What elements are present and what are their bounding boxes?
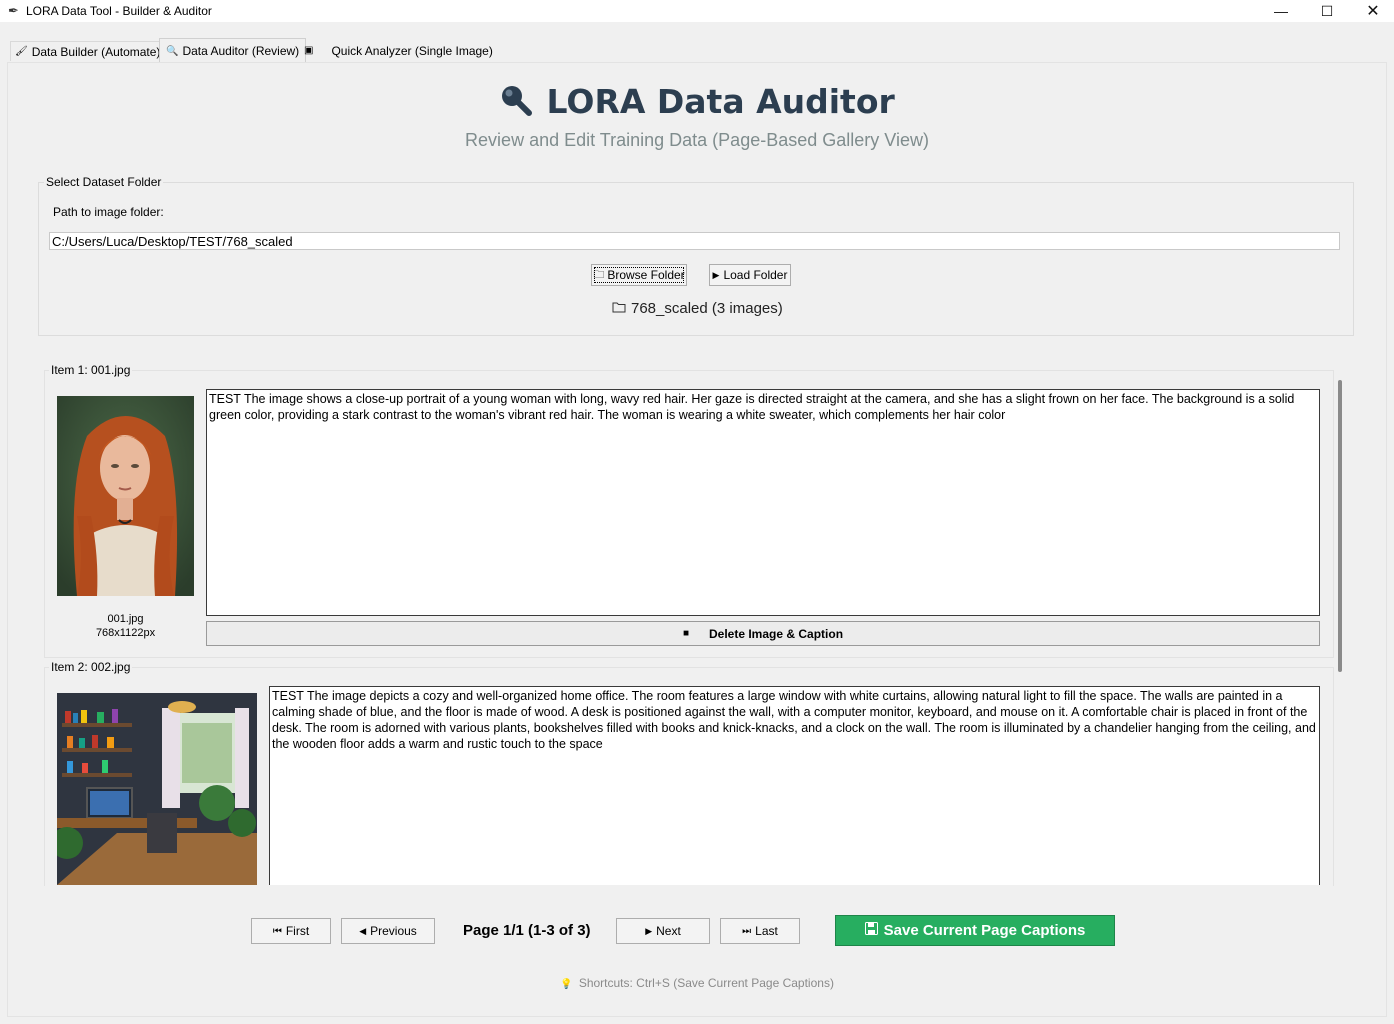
browse-folder-label: Browse Folder xyxy=(607,268,685,282)
item-filename: 001.jpg xyxy=(107,613,144,625)
picture-icon: ▣ xyxy=(304,45,314,56)
tab-data-auditor[interactable]: 🔍 Data Auditor (Review) xyxy=(159,38,306,63)
item-legend: Item 1: 001.jpg xyxy=(49,363,133,377)
first-page-button[interactable]: ⏮ First xyxy=(251,918,331,944)
skip-first-icon: ⏮ xyxy=(272,925,282,937)
folder-icon: 🗀 xyxy=(593,268,605,281)
tab-strip: 🖌 Data Builder (Automate) 🔍 Data Auditor… xyxy=(0,38,1394,63)
item-thumbnail xyxy=(57,396,194,596)
page-header: LORA Data Auditor xyxy=(0,82,1394,121)
caption-textbox[interactable]: TEST The image depicts a cozy and well-o… xyxy=(269,686,1320,885)
item-thumbnail xyxy=(57,693,257,885)
first-label: First xyxy=(285,924,310,938)
window-title: LORA Data Tool - Builder & Auditor xyxy=(26,4,212,18)
folder-icon xyxy=(612,300,626,317)
trash-icon: ■ xyxy=(682,628,689,639)
page-indicator: Page 1/1 (1-3 of 3) xyxy=(463,922,591,939)
tab-data-builder[interactable]: 🖌 Data Builder (Automate) xyxy=(10,41,164,61)
wand-icon: 🖌 xyxy=(15,46,28,57)
save-label: Save Current Page Captions xyxy=(883,922,1086,939)
minimize-button[interactable]: — xyxy=(1258,0,1304,22)
tab-label: Quick Analyzer (Single Image) xyxy=(331,43,493,58)
tab-label: Data Auditor (Review) xyxy=(182,44,300,58)
tab-quick-analyzer[interactable]: ▣ Quick Analyzer (Single Image) xyxy=(300,41,499,60)
maximize-button[interactable]: ☐ xyxy=(1304,0,1350,22)
previous-label: Previous xyxy=(370,924,417,938)
skip-last-icon: ⏭ xyxy=(742,925,752,937)
title-bar: ✒ LORA Data Tool - Builder & Auditor — ☐… xyxy=(0,0,1394,22)
delete-image-caption-button[interactable]: ■ Delete Image & Caption xyxy=(206,621,1320,646)
item-image-info: 001.jpg 768x1122px xyxy=(57,612,194,640)
play-icon: ▶ xyxy=(712,269,720,280)
delete-label: Delete Image & Caption xyxy=(709,626,844,641)
last-page-button[interactable]: ⏭ Last xyxy=(720,918,800,944)
next-label: Next xyxy=(656,924,681,938)
gallery-scrollbar[interactable] xyxy=(1338,380,1342,672)
tab-label: Data Builder (Automate) xyxy=(31,44,161,59)
next-page-button[interactable]: ▶ Next xyxy=(616,918,710,944)
load-folder-button[interactable]: ▶ Load Folder xyxy=(709,264,791,286)
last-label: Last xyxy=(755,924,778,938)
save-captions-button[interactable]: Save Current Page Captions xyxy=(835,915,1115,946)
shortcuts-text: Shortcuts: Ctrl+S (Save Current Page Cap… xyxy=(578,976,834,990)
path-label: Path to image folder: xyxy=(53,205,164,219)
folder-status-text: 768_scaled (3 images) xyxy=(631,300,783,317)
save-disk-icon xyxy=(864,922,878,939)
load-folder-label: Load Folder xyxy=(723,268,788,282)
browse-folder-button[interactable]: 🗀 Browse Folder xyxy=(591,264,687,286)
previous-page-button[interactable]: ◀ Previous xyxy=(341,918,435,944)
close-button[interactable]: ✕ xyxy=(1350,0,1394,22)
item-legend: Item 2: 002.jpg xyxy=(49,660,133,674)
page-subtitle: Review and Edit Training Data (Page-Base… xyxy=(465,130,929,150)
magnifier-icon xyxy=(499,83,533,120)
shortcuts-hint: 💡 Shortcuts: Ctrl+S (Save Current Page C… xyxy=(0,976,1394,990)
arrow-right-icon: ▶ xyxy=(645,925,653,936)
lightbulb-icon: 💡 xyxy=(560,979,573,990)
caption-textbox[interactable]: TEST The image shows a close-up portrait… xyxy=(206,389,1320,616)
folder-path-input[interactable] xyxy=(49,232,1340,250)
arrow-left-icon: ◀ xyxy=(359,925,367,936)
magnifier-icon: 🔍 xyxy=(166,45,179,57)
dataset-folder-legend: Select Dataset Folder xyxy=(44,175,164,189)
item-dimensions: 768x1122px xyxy=(95,627,156,639)
app-feather-icon: ✒ xyxy=(8,3,19,18)
page-title: LORA Data Auditor xyxy=(546,82,895,121)
folder-status: 768_scaled (3 images) xyxy=(612,300,783,317)
